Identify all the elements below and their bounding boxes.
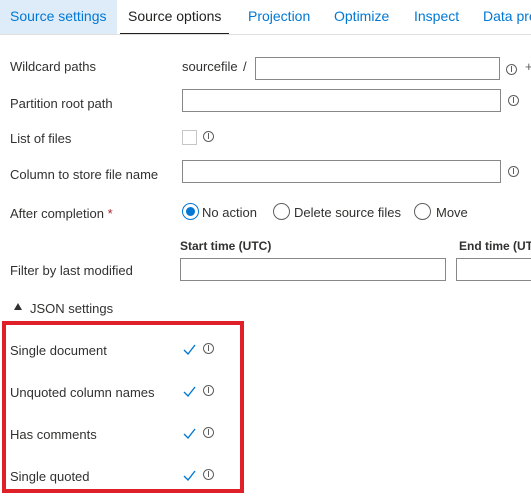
info-icon[interactable] [203, 469, 214, 480]
after-completion-label: After completion * [10, 206, 113, 221]
tab-optimize[interactable]: Optimize [334, 0, 389, 34]
wildcard-paths-label: Wildcard paths [10, 59, 96, 74]
tab-bar: Source settings Source options Projectio… [0, 0, 531, 35]
single-quoted-checkmark-icon[interactable] [182, 468, 197, 483]
start-time-label: Start time (UTC) [180, 239, 272, 253]
info-icon[interactable] [508, 95, 519, 106]
info-icon[interactable] [203, 343, 214, 354]
has-comments-checkmark-icon[interactable] [182, 426, 197, 441]
has-comments-label: Has comments [10, 427, 97, 442]
info-icon[interactable] [506, 64, 517, 75]
tab-data-preview[interactable]: Data pre [483, 0, 531, 34]
tab-source-options[interactable]: Source options [120, 0, 230, 34]
required-marker: * [107, 206, 113, 221]
radio-move[interactable] [414, 203, 431, 220]
column-to-store-file-name-input[interactable] [182, 160, 501, 183]
wildcard-prefix: sourcefile [182, 59, 238, 74]
filter-by-last-modified-label: Filter by last modified [10, 263, 133, 278]
radio-delete-source-files[interactable] [273, 203, 290, 220]
radio-no-action-label[interactable]: No action [202, 205, 257, 220]
wildcard-paths-input[interactable] [255, 57, 500, 80]
single-document-checkmark-icon[interactable] [182, 342, 197, 357]
info-icon[interactable] [508, 166, 519, 177]
info-icon[interactable] [203, 131, 214, 142]
tab-projection[interactable]: Projection [248, 0, 310, 34]
end-time-label: End time (UTC [459, 239, 531, 253]
info-icon[interactable] [203, 427, 214, 438]
partition-root-path-label: Partition root path [10, 96, 113, 111]
unquoted-column-names-label: Unquoted column names [10, 385, 155, 400]
json-settings-header[interactable]: JSON settings [30, 301, 113, 316]
tab-inspect[interactable]: Inspect [414, 0, 459, 34]
start-time-input[interactable] [180, 258, 446, 281]
unquoted-column-names-checkmark-icon[interactable] [182, 384, 197, 399]
single-document-label: Single document [10, 343, 107, 358]
list-of-files-label: List of files [10, 131, 72, 146]
single-quoted-label: Single quoted [10, 469, 90, 484]
wildcard-separator: / [243, 59, 247, 74]
add-icon[interactable]: + [525, 59, 531, 74]
triangle-down-icon[interactable] [14, 303, 22, 310]
radio-move-label[interactable]: Move [436, 205, 468, 220]
info-icon[interactable] [203, 385, 214, 396]
radio-no-action[interactable] [182, 203, 199, 220]
partition-root-path-input[interactable] [182, 89, 501, 112]
list-of-files-checkbox[interactable] [182, 130, 197, 145]
end-time-input[interactable] [456, 258, 531, 281]
radio-delete-source-files-label[interactable]: Delete source files [294, 205, 401, 220]
column-to-store-file-name-label: Column to store file name [10, 167, 159, 182]
tab-source-settings[interactable]: Source settings [0, 0, 117, 34]
